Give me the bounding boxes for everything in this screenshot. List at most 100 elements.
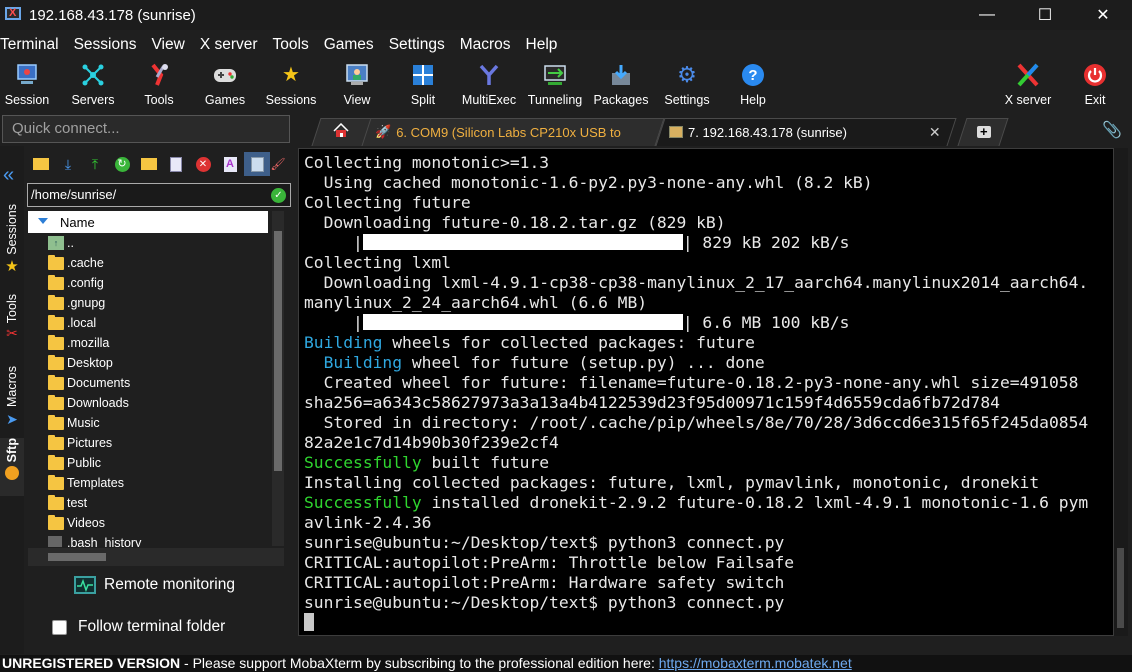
list-item[interactable]: .gnupg — [28, 293, 270, 313]
folder-icon — [48, 494, 64, 510]
rename-button[interactable]: A — [217, 152, 243, 176]
gamepad-icon — [212, 62, 238, 88]
file-list-scrollbar[interactable] — [272, 211, 284, 546]
settings-button[interactable]: ⚙ Settings — [657, 58, 717, 110]
terminal-text: | 829 kB 202 kB/s — [682, 233, 850, 252]
multiexec-button[interactable]: MultiExec — [459, 58, 519, 110]
terminal-text: Using cached monotonic-1.6-py2.py3-none-… — [304, 173, 873, 192]
download-button[interactable]: ⤓ — [55, 152, 81, 176]
list-item[interactable]: test — [28, 493, 270, 513]
attachment-icon[interactable]: 📎 — [1102, 120, 1122, 140]
menu-macros[interactable]: Macros — [460, 36, 511, 54]
terminal-output[interactable]: Collecting monotonic>=1.3 Using cached m… — [298, 148, 1114, 636]
delete-button[interactable]: ✕ — [190, 152, 216, 176]
terminal-text: Successfully — [304, 453, 422, 472]
menu-settings[interactable]: Settings — [389, 36, 445, 54]
menu-view[interactable]: View — [151, 36, 184, 54]
name-column-header[interactable]: Name — [28, 211, 268, 233]
list-item[interactable]: .mozilla — [28, 333, 270, 353]
split-icon — [410, 62, 436, 88]
gear-icon: ⚙ — [677, 62, 697, 87]
list-item[interactable]: Public — [28, 453, 270, 473]
new-file-button[interactable] — [163, 152, 189, 176]
side-tab-macros[interactable]: Macros ➤ — [0, 366, 24, 436]
split-button[interactable]: Split — [393, 58, 453, 110]
list-item[interactable]: Pictures — [28, 433, 270, 453]
maximize-button[interactable]: ☐ — [1016, 0, 1074, 30]
permissions-button[interactable] — [244, 152, 270, 176]
terminal-line: Collecting lxml — [304, 253, 1113, 273]
list-item[interactable]: Documents — [28, 373, 270, 393]
menu-games[interactable]: Games — [324, 36, 374, 54]
view-button[interactable]: View — [327, 58, 387, 110]
tools-button[interactable]: Tools — [129, 58, 189, 110]
main-toolbar: Session Servers Tools Games ★ Sessions V… — [0, 58, 1132, 110]
collapse-double-chevron-icon[interactable]: « — [3, 164, 14, 187]
games-button[interactable]: Games — [195, 58, 255, 110]
packages-button[interactable]: Packages — [591, 58, 651, 110]
list-item[interactable]: .local — [28, 313, 270, 333]
minimize-button[interactable]: — — [958, 0, 1016, 30]
list-item[interactable]: Videos — [28, 513, 270, 533]
title-bar: X 192.168.43.178 (sunrise) — ☐ ✕ — [0, 0, 1132, 30]
terminal-line: manylinux_2_24_aarch64.whl (6.6 MB) — [304, 293, 1113, 313]
list-item[interactable]: Music — [28, 413, 270, 433]
menu-help[interactable]: Help — [526, 36, 558, 54]
x-server-icon — [1015, 62, 1041, 88]
help-button[interactable]: ? Help — [723, 58, 783, 110]
sftp-path-input[interactable]: /home/sunrise/ ✓ — [27, 183, 291, 207]
list-item[interactable]: Desktop — [28, 353, 270, 373]
tab-close-button[interactable]: ✕ — [929, 124, 941, 141]
terminal-scrollbar[interactable] — [1114, 148, 1128, 636]
ssh-icon — [669, 126, 683, 138]
new-tab-button[interactable]: + — [957, 118, 1009, 146]
folder-icon — [48, 454, 64, 470]
quick-connect-input[interactable]: Quick connect... — [2, 115, 290, 143]
menu-x-server[interactable]: X server — [200, 36, 258, 54]
exit-button[interactable]: Exit — [1065, 58, 1125, 110]
folder-icon — [48, 334, 64, 350]
checkbox-box[interactable] — [52, 619, 67, 635]
terminal-line: Building wheels for collected packages: … — [304, 333, 1113, 353]
sessions-button[interactable]: ★ Sessions — [261, 58, 321, 110]
menu-sessions[interactable]: Sessions — [74, 36, 137, 54]
path-ok-icon[interactable]: ✓ — [271, 188, 286, 203]
terminal-line: Successfully installed dronekit-2.9.2 fu… — [304, 493, 1113, 513]
new-folder-icon — [141, 158, 157, 170]
list-item[interactable]: Downloads — [28, 393, 270, 413]
list-item[interactable]: .cache — [28, 253, 270, 273]
terminal-line: Collecting future — [304, 193, 1113, 213]
upload-button[interactable]: ⤒ — [82, 152, 108, 176]
remote-monitoring-button[interactable]: Remote monitoring — [74, 576, 235, 594]
tab-com9[interactable]: 🚀 6. COM9 (Silicon Labs CP210x USB to — [361, 118, 665, 146]
list-item[interactable]: .bash_history — [28, 533, 270, 547]
parent-folder-icon: ↑ — [48, 236, 64, 250]
terminal-line: | | 829 kB 202 kB/s — [304, 233, 1113, 253]
menu-terminal[interactable]: Terminal — [0, 36, 59, 54]
tunneling-button[interactable]: Tunneling — [525, 58, 585, 110]
side-tab-sftp[interactable]: Sftp — [0, 438, 24, 496]
session-button[interactable]: Session — [0, 58, 57, 110]
refresh-button[interactable]: ↻ — [109, 152, 135, 176]
servers-button[interactable]: Servers — [63, 58, 123, 110]
tab-ssh-sunrise[interactable]: 7. 192.168.43.178 (sunrise) ✕ — [655, 118, 957, 146]
side-tab-tools[interactable]: Tools ✂ — [0, 294, 24, 356]
side-tab-sessions[interactable]: Sessions ★ — [0, 204, 24, 284]
new-folder-button[interactable] — [136, 152, 162, 176]
list-item-parent[interactable]: ↑.. — [28, 233, 270, 253]
window-title: 192.168.43.178 (sunrise) — [29, 6, 196, 24]
parent-folder-button[interactable] — [28, 152, 54, 176]
file-list-horizontal-scrollbar[interactable] — [28, 548, 284, 566]
mobaxterm-link[interactable]: https://mobaxterm.mobatek.net — [659, 655, 852, 671]
list-item[interactable]: .config — [28, 273, 270, 293]
menu-tools[interactable]: Tools — [273, 36, 309, 54]
more-tools-button[interactable]: 🖌 — [270, 152, 285, 176]
list-item[interactable]: Templates — [28, 473, 270, 493]
view-icon — [344, 62, 370, 88]
follow-terminal-folder-checkbox[interactable]: Follow terminal folder — [52, 618, 225, 636]
x-server-button[interactable]: X server — [998, 58, 1058, 110]
terminal-text: Collecting future — [304, 193, 471, 212]
close-button[interactable]: ✕ — [1074, 0, 1132, 30]
side-tab-strip: « Sessions ★ Tools ✂ Macros ➤ Sftp — [0, 146, 24, 654]
file-list: ↑.. .cache .config .gnupg .local .mozill… — [28, 233, 270, 547]
